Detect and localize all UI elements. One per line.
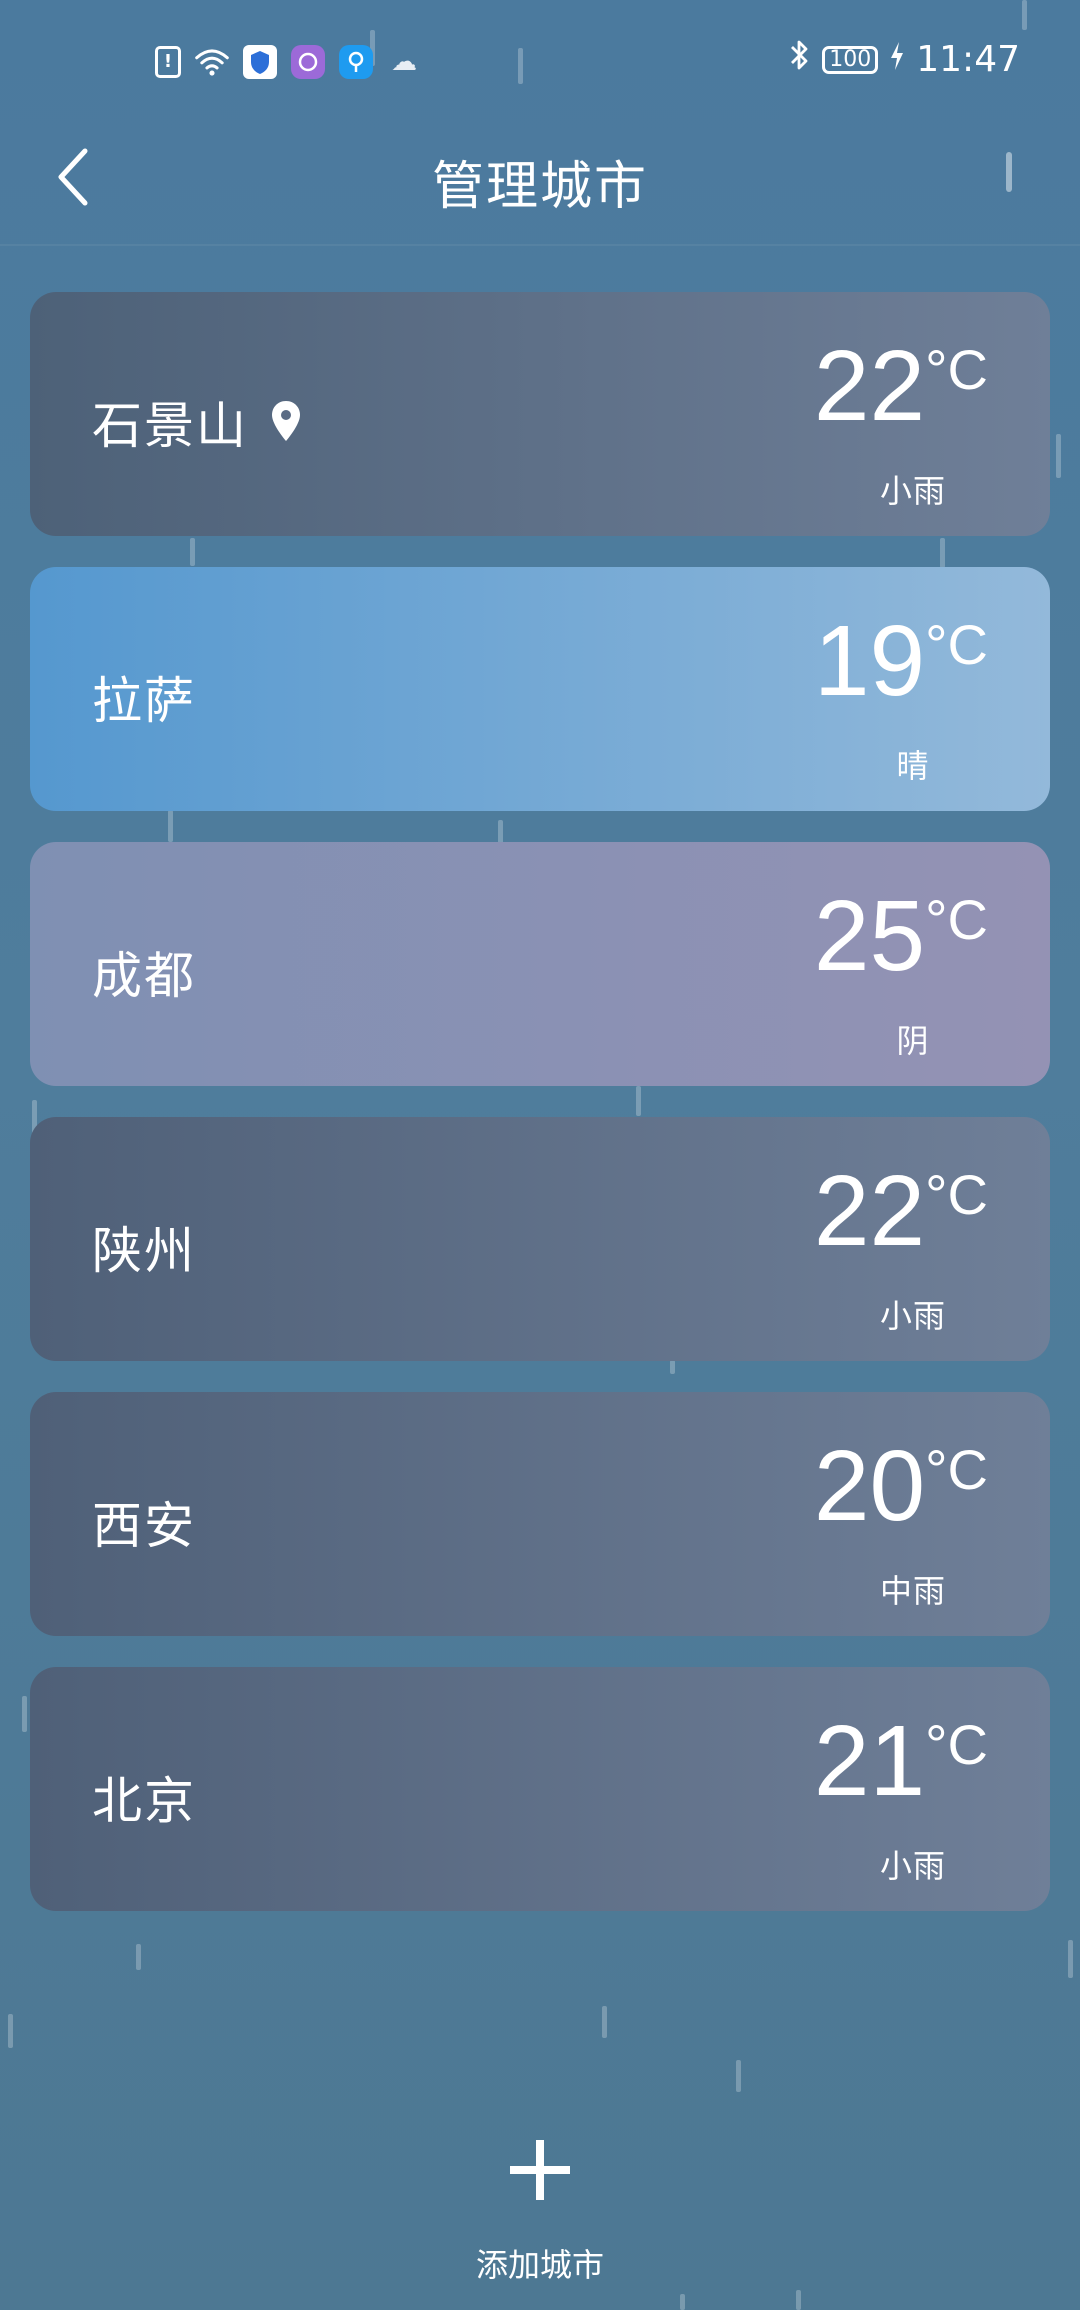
temperature: 25 °C [814, 886, 988, 986]
city-name: 西安 [92, 1497, 196, 1555]
add-city-label: 添加城市 [475, 2246, 604, 2284]
weather-condition: 中雨 [879, 1572, 946, 1610]
temperature-unit: °C [925, 613, 988, 676]
city-name-row: 成都 [92, 936, 196, 1008]
plus-icon [510, 2140, 570, 2200]
temperature: 22 °C [814, 336, 988, 436]
temperature: 19 °C [814, 611, 988, 711]
temperature-unit: °C [925, 338, 988, 401]
temperature-unit: °C [925, 1438, 988, 1501]
wifi-icon [195, 45, 229, 79]
battery-icon: 100 [822, 45, 879, 74]
city-name: 陕州 [92, 1222, 196, 1280]
purple-app-icon [291, 45, 325, 79]
city-card[interactable]: 北京 21 °C 小雨 [30, 1667, 1050, 1911]
temperature-value: 25 [813, 880, 926, 992]
city-name-row: 拉萨 [92, 661, 196, 733]
status-bar: ! ☁ 100 11:47 [0, 0, 1080, 120]
temperature-unit: °C [925, 1713, 988, 1776]
city-card[interactable]: 拉萨 19 °C 晴 [30, 567, 1050, 811]
city-card[interactable]: 西安 20 °C 中雨 [30, 1392, 1050, 1636]
city-name: 石景山 [92, 397, 248, 455]
temperature-unit: °C [925, 1163, 988, 1226]
shield-app-icon [243, 45, 277, 79]
charging-icon [890, 42, 904, 77]
bluetooth-icon [788, 38, 810, 81]
status-time: 11:47 [916, 39, 1020, 80]
header: 管理城市 [0, 120, 1080, 246]
city-card[interactable]: 陕州 22 °C 小雨 [30, 1117, 1050, 1361]
city-card[interactable]: 石景山 22 °C 小雨 [30, 292, 1050, 536]
blue-app-icon [339, 45, 373, 79]
temperature-value: 22 [813, 1155, 926, 1267]
temperature-value: 22 [813, 330, 926, 442]
weather-condition: 小雨 [879, 1297, 946, 1335]
weather-condition: 阴 [896, 1022, 930, 1060]
city-name-row: 西安 [92, 1486, 196, 1558]
temperature-unit: °C [925, 888, 988, 951]
add-city-button[interactable]: 添加城市 [440, 2140, 640, 2290]
city-name-row: 北京 [92, 1761, 196, 1833]
city-name-row: 石景山 [92, 386, 304, 458]
temperature: 21 °C [814, 1711, 988, 1811]
temperature: 20 °C [814, 1436, 988, 1536]
status-icons-right: 100 11:47 [788, 38, 1020, 81]
location-pin-icon [270, 400, 304, 444]
temperature: 22 °C [814, 1161, 988, 1261]
city-name: 北京 [92, 1772, 196, 1830]
weather-condition: 小雨 [879, 1847, 946, 1885]
temperature-value: 20 [813, 1430, 926, 1542]
weather-condition: 晴 [896, 747, 930, 785]
weather-condition: 小雨 [879, 472, 946, 510]
status-icons-left: ! ☁ [155, 42, 421, 82]
city-name-row: 陕州 [92, 1211, 196, 1283]
page-title: 管理城市 [431, 157, 648, 217]
city-name: 成都 [92, 947, 196, 1005]
city-card[interactable]: 成都 25 °C 阴 [30, 842, 1050, 1086]
city-name: 拉萨 [92, 672, 196, 730]
city-list: 石景山 22 °C 小雨 拉萨 19 °C 晴 成都 25 °C 阴 陕州 22… [30, 292, 1050, 1942]
cloud-icon: ☁ [391, 47, 417, 77]
sim-alert-icon: ! [155, 46, 181, 78]
temperature-value: 21 [813, 1705, 926, 1817]
menu-handle [1006, 152, 1012, 192]
temperature-value: 19 [813, 605, 926, 717]
